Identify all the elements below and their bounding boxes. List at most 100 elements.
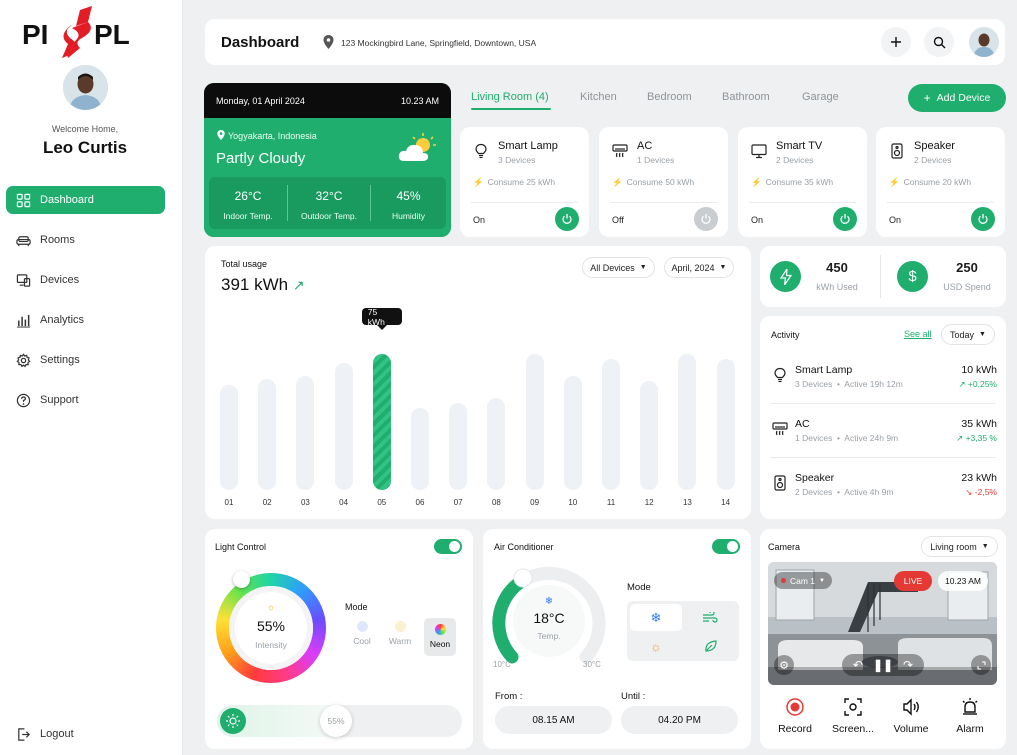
- device-card-ac[interactable]: AC 1 Devices ⚡ Consume 50 kWh Off: [599, 127, 728, 237]
- chart-bar[interactable]: [372, 354, 391, 490]
- chart-bar[interactable]: [487, 398, 506, 490]
- add-button[interactable]: [881, 27, 911, 57]
- power-toggle[interactable]: [971, 207, 995, 231]
- mode-cool[interactable]: Cool: [348, 621, 376, 646]
- chart-bar[interactable]: [525, 354, 544, 490]
- power-toggle[interactable]: [833, 207, 857, 231]
- color-wheel-handle[interactable]: [233, 571, 250, 588]
- month-filter-dropdown[interactable]: April, 2024 ▼: [664, 257, 734, 278]
- brightness-slider-handle[interactable]: 55%: [320, 705, 352, 737]
- power-toggle[interactable]: [555, 207, 579, 231]
- chart-bar[interactable]: [640, 381, 659, 490]
- chart-bar[interactable]: [449, 403, 468, 490]
- logout-icon: [18, 727, 30, 741]
- help-icon: [16, 393, 31, 407]
- chart-bar[interactable]: [258, 379, 277, 490]
- nav-label: Analytics: [40, 314, 85, 326]
- camera-feed[interactable]: Cam 1 ▼ LIVE 10.23 AM ⚙ ↶ ❚❚ ↷: [768, 562, 997, 685]
- trend-up-icon: ↗: [292, 277, 305, 293]
- nav-analytics[interactable]: Analytics: [6, 306, 165, 334]
- volume-button[interactable]: Volume: [881, 697, 941, 735]
- activity-delta: ↗ +3,35 %: [956, 433, 997, 443]
- activity-meta: 2 Devices • Active 4h 9m: [795, 487, 894, 497]
- see-all-link[interactable]: See all: [904, 329, 932, 339]
- avatar[interactable]: [63, 65, 108, 110]
- chart-bar[interactable]: [602, 359, 620, 490]
- device-card-speaker[interactable]: Speaker 2 Devices ⚡ Consume 20 kWh On: [876, 127, 1005, 237]
- record-label: Record: [778, 723, 812, 735]
- speaker-icon: [774, 475, 786, 491]
- plus-icon: +: [923, 91, 931, 105]
- search-button[interactable]: [924, 27, 954, 57]
- power-toggle[interactable]: [694, 207, 718, 231]
- mode-eco-button[interactable]: [684, 633, 736, 660]
- chart-bar[interactable]: [220, 385, 238, 490]
- mode-warm[interactable]: Warm: [386, 621, 414, 646]
- tab-living-room[interactable]: Living Room (4): [471, 91, 549, 103]
- chevron-down-icon: ▼: [819, 577, 825, 584]
- camera-selector[interactable]: Cam 1 ▼: [774, 572, 832, 589]
- until-label: Until :: [621, 691, 646, 702]
- ac-toggle[interactable]: [712, 539, 740, 554]
- chart-bar[interactable]: [678, 354, 697, 490]
- nav-rooms[interactable]: Rooms: [6, 226, 165, 254]
- from-time-field[interactable]: 08.15 AM: [495, 706, 612, 734]
- pause-icon[interactable]: ❚❚: [873, 658, 893, 672]
- forward-icon[interactable]: ↷: [903, 658, 913, 672]
- cool-swatch: [356, 621, 368, 632]
- mode-heat-button[interactable]: ☼: [630, 633, 682, 660]
- chart-bar[interactable]: [563, 376, 582, 490]
- weather-date: Monday, 01 April 2024: [216, 96, 305, 106]
- device-card-smart-lamp[interactable]: Smart Lamp 3 Devices ⚡ Consume 25 kWh On: [460, 127, 589, 237]
- nav-dashboard[interactable]: Dashboard: [6, 186, 165, 214]
- light-toggle[interactable]: [434, 539, 462, 554]
- alarm-icon: [962, 698, 978, 715]
- chart-bar[interactable]: [716, 359, 735, 490]
- humidity-label: Humidity: [391, 211, 426, 221]
- logout-button[interactable]: Logout: [6, 720, 165, 748]
- live-badge: LIVE: [894, 571, 932, 591]
- chart-bar[interactable]: [411, 408, 429, 490]
- power-icon: [562, 214, 572, 224]
- record-button[interactable]: Record: [765, 697, 825, 735]
- mode-neon[interactable]: Neon: [424, 618, 456, 656]
- devices-filter-dropdown[interactable]: All Devices ▼: [582, 257, 655, 278]
- volume-label: Volume: [893, 723, 929, 735]
- camera-settings-button[interactable]: ⚙: [774, 655, 794, 675]
- nav-support[interactable]: Support: [6, 386, 165, 414]
- period-dropdown[interactable]: Today ▼: [941, 324, 995, 345]
- tab-kitchen[interactable]: Kitchen: [580, 91, 617, 103]
- until-time-field[interactable]: 04.20 PM: [621, 706, 738, 734]
- add-device-button[interactable]: + Add Device: [908, 84, 1006, 112]
- usage-label: Total usage: [221, 259, 268, 269]
- screenshot-button[interactable]: Screen...: [823, 697, 883, 735]
- mode-fan-button[interactable]: [684, 604, 736, 631]
- sun-icon: [220, 708, 246, 734]
- tab-bedroom[interactable]: Bedroom: [647, 91, 692, 103]
- tab-bathroom[interactable]: Bathroom: [722, 91, 770, 103]
- chart-bar[interactable]: [334, 363, 353, 490]
- header-avatar[interactable]: [969, 27, 999, 57]
- alarm-button[interactable]: Alarm: [940, 697, 1000, 735]
- ac-mode-label: Mode: [627, 582, 651, 593]
- device-consumption: ⚡ Consume 35 kWh: [751, 177, 834, 187]
- tab-garage[interactable]: Garage: [802, 91, 839, 103]
- brand-logo[interactable]: PI PL: [22, 4, 152, 60]
- room-dropdown[interactable]: Living room ▼: [921, 536, 998, 557]
- air-conditioner-icon: [612, 144, 628, 158]
- kwh-used-value: 450: [826, 260, 848, 275]
- nav-settings[interactable]: Settings: [6, 346, 165, 374]
- rewind-icon[interactable]: ↶: [853, 658, 863, 672]
- x-tick-label: 12: [644, 498, 654, 507]
- fullscreen-button[interactable]: [971, 655, 991, 675]
- grid-icon: [16, 193, 31, 207]
- ac-min-temp: 10°C: [493, 660, 511, 669]
- bolt-icon: ⚡: [889, 177, 900, 187]
- power-icon: [840, 214, 850, 224]
- device-name: AC: [637, 140, 653, 152]
- top-bar: Dashboard 123 Mockingbird Lane, Springfi…: [205, 19, 1005, 65]
- mode-cool-button[interactable]: ❄: [630, 604, 682, 631]
- device-card-smart-tv[interactable]: Smart TV 2 Devices ⚡ Consume 35 kWh On: [738, 127, 867, 237]
- chart-bar[interactable]: [296, 376, 315, 490]
- nav-devices[interactable]: Devices: [6, 266, 165, 294]
